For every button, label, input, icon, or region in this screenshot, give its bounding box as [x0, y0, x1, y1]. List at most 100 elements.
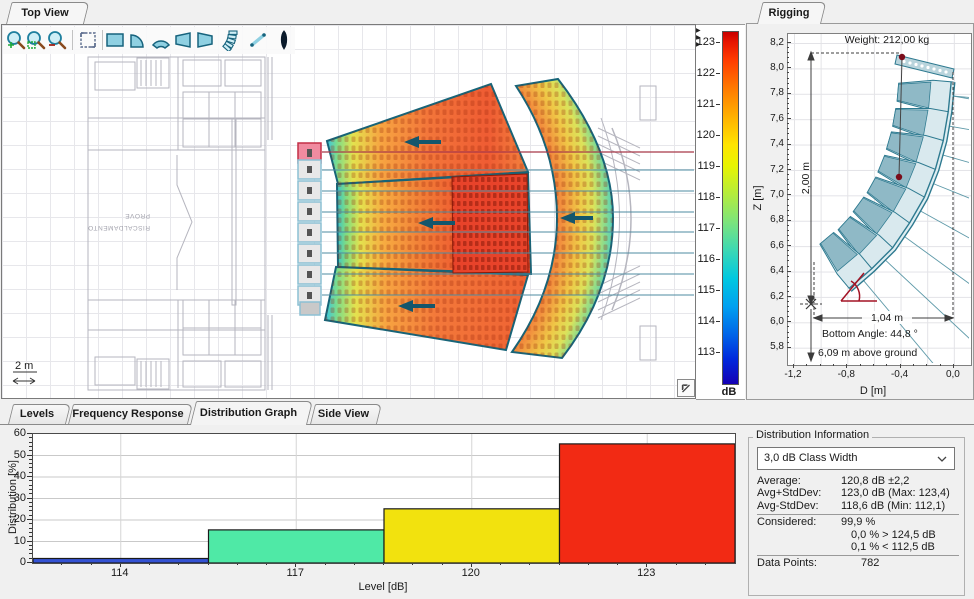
colorbar-tick-mark	[716, 259, 720, 260]
histogram-bar-123	[560, 444, 736, 563]
tab-side-view[interactable]: Side View	[310, 404, 377, 424]
colorbar-tick-mark	[716, 42, 720, 43]
room-label-prove: PROVE	[125, 212, 150, 219]
colorbar-tick-mark	[716, 290, 720, 291]
info-row-value: 99,9 %	[841, 516, 875, 528]
zoom-in-icon[interactable]	[5, 29, 27, 51]
info-row: 0,1 % < 112,5 dB	[757, 541, 959, 553]
histogram-bar-117	[209, 530, 385, 563]
chevron-down-icon	[937, 456, 947, 462]
info-row: Average:120,8 dB ±2,2	[757, 475, 959, 487]
chart-y-tick-label: 0	[4, 556, 26, 568]
colorbar-tick-mark	[716, 166, 720, 167]
tab-label: Side View	[310, 404, 377, 424]
tab-label: Distribution Graph	[190, 401, 307, 425]
colorbar-tick-mark	[716, 352, 720, 353]
scale-marker: 2 m	[13, 360, 37, 384]
spl-color-scale	[722, 31, 739, 385]
cg-marker	[896, 174, 902, 180]
distribution-info-title: Distribution Information	[753, 429, 872, 441]
tab-frequency-response[interactable]: Frequency Response	[68, 404, 188, 424]
tab-label: Levels	[8, 404, 66, 424]
tab-distribution-graph[interactable]: Distribution Graph	[190, 401, 307, 425]
width-dimension-label: 1,04 m	[871, 312, 903, 324]
info-row: Avg-StdDev:118,6 dB (Min: 112,1)	[757, 500, 959, 512]
spl-colorbar-panel: ▶ ▶ ▶ 123122121120119118117116115114113 …	[696, 24, 745, 400]
tab-top-view-label: Top View	[6, 2, 84, 24]
colorbar-tick-label: 121	[696, 98, 715, 110]
colorbar-tick-label: 113	[696, 346, 715, 358]
info-row-label: Average:	[757, 475, 841, 487]
zoom-window-icon[interactable]	[25, 29, 47, 51]
zoom-out-icon[interactable]	[46, 29, 68, 51]
info-row-label: Data Points:	[757, 557, 841, 569]
colorbar-tick-label: 122	[696, 67, 715, 79]
speaker-array-symbols[interactable]	[298, 143, 321, 315]
tab-levels[interactable]: Levels	[8, 404, 66, 424]
room-label-riscaldamento: RISCALDAMENTO	[88, 224, 150, 231]
info-row-label: Avg+StdDev:	[757, 487, 841, 499]
chart-x-tick-label: 123	[629, 567, 663, 579]
rigging-drawing: Weight: 212,00 kg 2,00 m 1,04 m Bottom A…	[746, 0, 974, 400]
tab-top-view[interactable]: Top View	[6, 2, 84, 24]
surface-trapezoid-icon[interactable]	[172, 29, 194, 51]
application-window: Top View	[0, 0, 974, 599]
colorbar-unit-label: dB	[717, 386, 741, 398]
surface-rectangle-icon[interactable]	[104, 29, 126, 51]
info-row-value: 120,8 dB ±2,2	[841, 475, 909, 487]
cabinet-aim-lines	[952, 96, 974, 130]
distribution-chart-plot	[32, 433, 736, 564]
height-dimension-label: 2,00 m	[800, 162, 812, 194]
info-divider	[757, 514, 959, 515]
scale-label: 2 m	[15, 360, 33, 372]
info-divider	[757, 555, 959, 556]
rigging-x-axis-label: D [m]	[860, 385, 886, 397]
top-view-drawing: PROVE RISCALDAMENTO	[1, 24, 694, 397]
rigging-panel: Rigging 8,28,07,87,67,47,27,06,86,66,46,…	[746, 0, 974, 400]
colorbar-tick-mark	[716, 228, 720, 229]
point-source-icon[interactable]	[273, 29, 295, 51]
arrow-up-left-icon	[678, 380, 692, 394]
scroll-chevron-icon[interactable]: ▶	[696, 28, 701, 34]
class-width-value: 3,0 dB Class Width	[764, 448, 858, 469]
colorbar-tick-label: 123	[696, 36, 715, 48]
class-width-dropdown[interactable]: 3,0 dB Class Width	[757, 447, 955, 470]
chart-x-tick-label: 117	[278, 567, 312, 579]
weight-label: Weight: 212,00 kg	[845, 34, 930, 46]
chart-y-tick-label: 60	[4, 427, 26, 439]
line-array-icon[interactable]	[219, 29, 241, 51]
histogram-bar-120	[384, 509, 560, 563]
rigging-y-axis-label: Z [m]	[752, 185, 764, 210]
info-row: Data Points:782	[757, 557, 959, 569]
chart-x-axis-label: Level [dB]	[333, 581, 433, 593]
colorbar-tick-label: 116	[696, 253, 715, 265]
bottom-angle-label: Bottom Angle: 44,8 °	[822, 328, 918, 340]
speaker-box-sub	[300, 302, 320, 315]
toolbar-separator	[72, 30, 73, 50]
info-row-value: 0,0 % > 124,5 dB	[841, 529, 936, 541]
pickup-point-marker	[899, 54, 905, 60]
colorbar-tick-mark	[716, 197, 720, 198]
tabbar-baseline	[0, 424, 974, 425]
surface-arc-icon[interactable]	[150, 29, 172, 51]
colorbar-tick-label: 117	[696, 222, 715, 234]
tab-rigging[interactable]: Rigging	[757, 2, 821, 24]
info-row-value: 123,0 dB (Max: 123,4)	[841, 487, 950, 499]
surface-trapezoid-mirrored-icon[interactable]	[194, 29, 216, 51]
surface-quarter-circle-icon[interactable]	[127, 29, 149, 51]
strut-icon[interactable]	[247, 29, 269, 51]
tab-rigging-label: Rigging	[757, 2, 821, 24]
colorbar-tick-mark	[716, 321, 720, 322]
colorbar-tick-label: 119	[696, 160, 715, 172]
colorbar-tick-mark	[716, 104, 720, 105]
zoom-extents-icon[interactable]	[77, 29, 99, 51]
info-row-label	[757, 541, 841, 553]
info-row: Avg+StdDev:123,0 dB (Max: 123,4)	[757, 487, 959, 499]
colorbar-tick-label: 115	[696, 284, 715, 296]
colorbar-tick-label: 114	[696, 315, 715, 327]
toolbar-separator	[102, 30, 103, 50]
restore-view-button[interactable]	[677, 379, 695, 397]
tab-label: Frequency Response	[68, 404, 188, 424]
chart-y-axis-label: Distribution [%]	[7, 442, 19, 552]
info-row-value: 0,1 % < 112,5 dB	[841, 541, 935, 553]
